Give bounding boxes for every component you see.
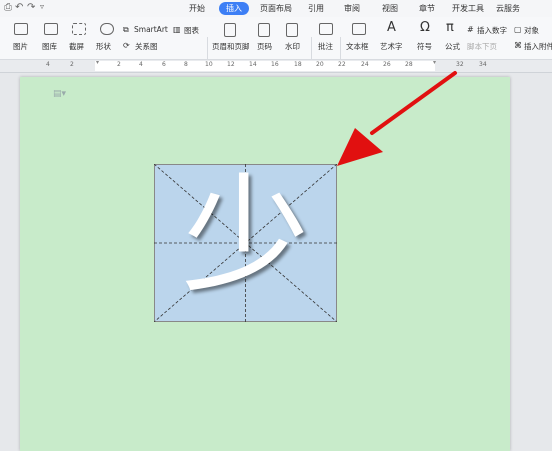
red-pointer-arrow <box>337 71 457 166</box>
arrow-shaft <box>370 71 457 135</box>
arrow-head <box>337 128 383 166</box>
